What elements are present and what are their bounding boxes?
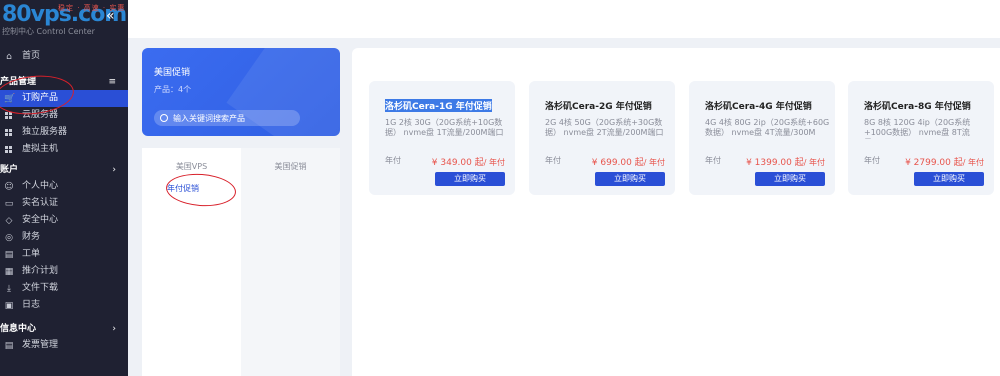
product-card: 洛杉矶Cera-1G 年付促销 1G 2核 30G（20G系统+10G数据） n… — [369, 81, 515, 195]
logo-tagline: 稳定 · 高速 · 实惠 — [58, 4, 126, 12]
product-price: ¥ 2799.00 起/ 年付 — [905, 155, 984, 168]
product-card: 洛杉矶Cera-4G 年付促销 4G 4核 80G 2ip（20G系统+60G数… — [689, 81, 835, 195]
log-icon: ▣ — [4, 300, 14, 311]
ticket-icon: ▤ — [4, 249, 14, 260]
invoice-icon: ▤ — [4, 340, 14, 351]
buy-now-button[interactable]: 立即购买 — [755, 172, 825, 186]
tab-label: 美国VPS — [175, 162, 208, 171]
product-card: 洛杉矶Cera-8G 年付促销 8G 8核 120G 4ip（20G系统+100… — [848, 81, 994, 195]
sidebar-item-profile[interactable]: ☺ 个人中心 — [0, 178, 128, 195]
shield-icon: ◇ — [5, 215, 13, 226]
sidebar: 80vps.com 稳定 · 高速 · 实惠 控制中心 Control Cent… — [0, 0, 128, 376]
download-icon: ⤓ — [7, 283, 11, 294]
product-title: 洛杉矶Cera-4G 年付促销 — [705, 102, 812, 112]
buy-now-button[interactable]: 立即购买 — [435, 172, 505, 186]
product-desc: 1G 2核 30G（20G系统+10G数据） nvme盘 1T流量/200M端口 — [385, 118, 504, 137]
section-account[interactable]: 账户 › — [0, 162, 128, 178]
product-desc: 8G 8核 120G 4ip（20G系统+100G数据） nvme盘 8T流量/… — [864, 118, 971, 139]
sidebar-item-virtual-host[interactable]: 虚拟主机 — [0, 141, 128, 158]
price-unit: / 年付 — [803, 158, 825, 167]
sidebar-item-invoice[interactable]: ▤ 发票管理 — [0, 337, 128, 354]
product-title: 洛杉矶Cera-2G 年付促销 — [545, 102, 652, 112]
billing-cycle: 年付 — [864, 156, 880, 165]
sidebar-item-verification[interactable]: ▭ 实名认证 — [0, 195, 128, 212]
collapse-sidebar-icon[interactable]: « — [106, 8, 115, 24]
product-list: 洛杉矶Cera-1G 年付促销 1G 2核 30G（20G系统+10G数据） n… — [352, 48, 1000, 376]
sidebar-item-label: 财务 — [22, 232, 41, 242]
product-desc: 2G 4核 50G（20G系统+30G数据） nvme盘 2T流量/200M端口 — [545, 118, 664, 137]
money-icon: ◎ — [5, 232, 13, 243]
sidebar-item-label: 独立服务器 — [22, 127, 68, 137]
sidebar-item-label: 实名认证 — [22, 198, 59, 208]
price-value: ¥ 1399.00 起 — [746, 158, 804, 168]
grid-icon — [5, 129, 12, 136]
buy-now-button[interactable]: 立即购买 — [595, 172, 665, 186]
menu-icon: ≡ — [108, 77, 116, 87]
sidebar-item-ticket[interactable]: ▤ 工单 — [0, 246, 128, 263]
sidebar-item-label: 工单 — [22, 249, 41, 259]
referral-icon: ▦ — [4, 266, 14, 277]
sidebar-item-label: 虚拟主机 — [22, 144, 59, 154]
grid-icon — [5, 112, 12, 119]
sidebar-item-security[interactable]: ◇ 安全中心 — [0, 212, 128, 229]
id-card-icon: ▭ — [4, 198, 14, 209]
search-input[interactable]: 输入关键词搜索产品 — [154, 110, 300, 126]
tab-label: 美国促销 — [274, 162, 307, 171]
product-price: ¥ 1399.00 起/ 年付 — [746, 155, 825, 168]
tab-us-promo[interactable]: 美国促销 — [241, 148, 340, 376]
product-title: 洛杉矶Cera-8G 年付促销 — [864, 102, 971, 112]
product-title: 洛杉矶Cera-1G 年付促销 — [385, 99, 492, 112]
sidebar-item-label: 发票管理 — [22, 340, 59, 350]
sidebar-item-label: 安全中心 — [22, 215, 59, 225]
logo-subtitle: 控制中心 Control Center — [2, 27, 95, 36]
chevron-right-icon: › — [112, 324, 116, 334]
sidebar-item-dedicated-server[interactable]: 独立服务器 — [0, 124, 128, 141]
user-icon: ☺ — [4, 181, 14, 192]
top-bar — [128, 0, 1000, 38]
product-desc: 4G 4核 80G 2ip（20G系统+60G数据） nvme盘 4T流量/30… — [705, 118, 830, 137]
sidebar-item-label: 个人中心 — [22, 181, 59, 191]
billing-cycle: 年付 — [385, 156, 401, 165]
price-unit: / 年付 — [643, 158, 665, 167]
sidebar-item-home[interactable]: ⌂ 首页 — [0, 48, 128, 65]
sidebar-item-label: 首页 — [22, 51, 41, 61]
price-value: ¥ 349.00 起 — [431, 158, 484, 168]
product-card: 洛杉矶Cera-2G 年付促销 2G 4核 50G（20G系统+30G数据） n… — [529, 81, 675, 195]
sidebar-item-downloads[interactable]: ⤓ 文件下载 — [0, 280, 128, 297]
search-placeholder: 输入关键词搜索产品 — [173, 113, 245, 123]
section-info[interactable]: 信息中心 › — [0, 321, 128, 337]
product-count: 产品：4个 — [154, 85, 192, 94]
buy-now-button[interactable]: 立即购买 — [914, 172, 984, 186]
product-price: ¥ 349.00 起/ 年付 — [432, 155, 505, 168]
home-icon: ⌂ — [6, 51, 12, 62]
sidebar-item-finance[interactable]: ◎ 财务 — [0, 229, 128, 246]
price-unit: / 年付 — [483, 158, 505, 167]
section-label: 账户 — [0, 165, 19, 175]
product-price: ¥ 699.00 起/ 年付 — [592, 155, 665, 168]
billing-cycle: 年付 — [705, 156, 721, 165]
sidebar-item-referral[interactable]: ▦ 推介计划 — [0, 263, 128, 280]
category-title: 美国促销 — [154, 68, 191, 78]
sidebar-item-label: 文件下载 — [22, 283, 59, 293]
category-card: 美国促销 产品：4个 输入关键词搜索产品 — [142, 48, 340, 136]
price-value: ¥ 699.00 起 — [591, 158, 644, 168]
sidebar-item-label: 推介计划 — [22, 266, 59, 276]
sidebar-item-logs[interactable]: ▣ 日志 — [0, 297, 128, 314]
search-icon — [160, 114, 168, 122]
section-label: 信息中心 — [0, 324, 37, 334]
grid-icon — [5, 146, 12, 153]
price-value: ¥ 2799.00 起 — [905, 158, 963, 168]
chevron-right-icon: › — [112, 165, 116, 175]
billing-cycle: 年付 — [545, 156, 561, 165]
sidebar-item-label: 日志 — [22, 300, 41, 310]
price-unit: / 年付 — [962, 158, 984, 167]
